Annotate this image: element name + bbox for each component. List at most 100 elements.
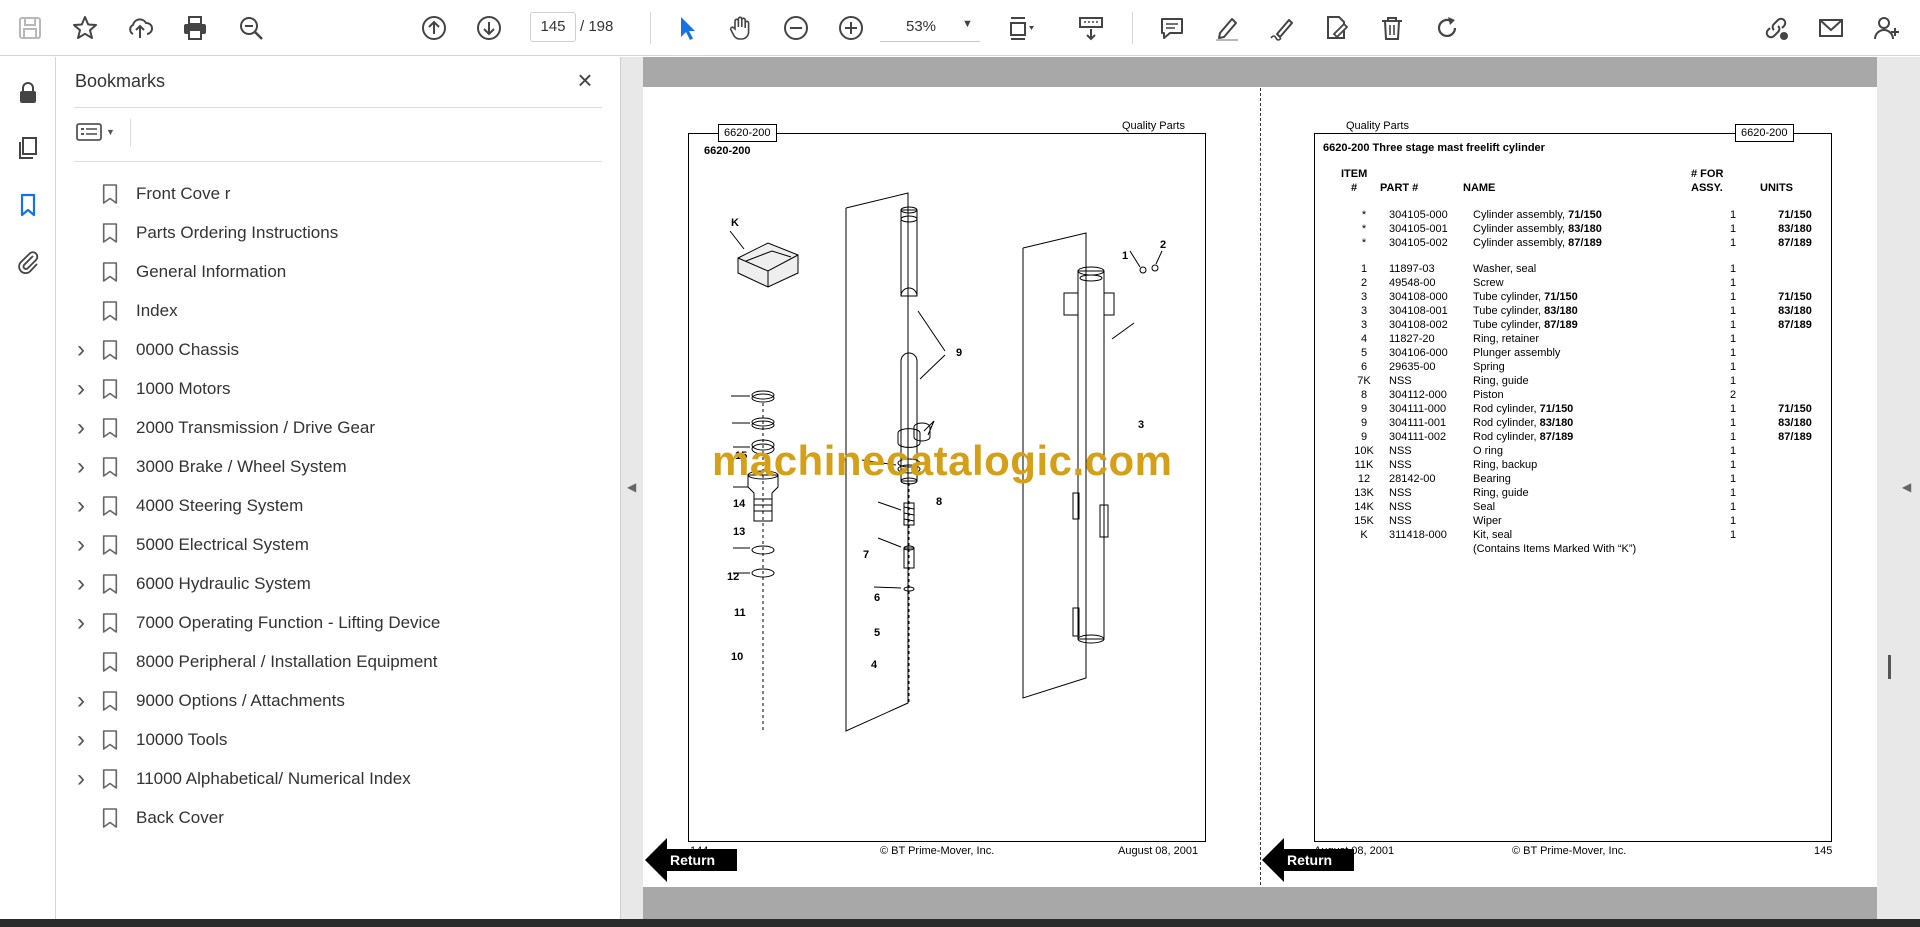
bookmark-item[interactable]: › 0000 Chassis — [70, 332, 600, 368]
chevron-right-icon[interactable]: › — [70, 765, 92, 793]
account-icon[interactable] — [1868, 10, 1904, 46]
bookmark-item[interactable]: › 10000 Tools — [70, 722, 600, 758]
page-thumbnails-icon[interactable] — [10, 130, 46, 166]
chevron-right-icon[interactable]: › — [70, 726, 92, 754]
item-cell: 5 — [1360, 347, 1368, 359]
chevron-down-icon[interactable]: ▼ — [962, 18, 973, 30]
chevron-right-icon[interactable]: › — [70, 687, 92, 715]
chevron-right-icon[interactable]: › — [70, 531, 92, 559]
chevron-right-icon[interactable]: › — [70, 375, 92, 403]
search-icon[interactable] — [233, 10, 269, 46]
bookmark-icon — [98, 650, 122, 674]
qty-cell: 1 — [1729, 487, 1737, 499]
draw-signature-icon[interactable] — [1264, 10, 1300, 46]
name-cell: Rod cylinder, 71/150 — [1473, 402, 1701, 416]
bookmark-item[interactable]: Index — [70, 293, 600, 329]
cloud-upload-icon[interactable] — [122, 10, 158, 46]
expand-right-panel-icon[interactable]: ◀ — [1902, 480, 1911, 494]
chevron-right-icon[interactable]: › — [70, 492, 92, 520]
star-icon[interactable] — [67, 10, 103, 46]
units-cell — [1765, 486, 1825, 500]
chevron-right-icon[interactable]: › — [70, 414, 92, 442]
part-name: Wiper — [1473, 515, 1502, 527]
bookmark-item[interactable]: › 1000 Motors — [70, 371, 600, 407]
bookmark-item[interactable]: › 2000 Transmission / Drive Gear — [70, 410, 600, 446]
highlight-pen-icon[interactable] — [1209, 10, 1245, 46]
trash-icon[interactable] — [1374, 10, 1410, 46]
part-cell — [1389, 542, 1473, 556]
part-model: 71/150 — [1568, 209, 1602, 221]
bookmark-options-button[interactable]: ▼ — [76, 115, 124, 149]
table-row: * 304105-002 Cylinder assembly, 87/189 1 87/… — [1339, 236, 1825, 250]
qty-cell: 1 — [1729, 431, 1737, 443]
previous-page-icon[interactable] — [416, 10, 452, 46]
part-cell: NSS — [1389, 501, 1412, 513]
bookmark-item[interactable]: Parts Ordering Instructions — [70, 215, 600, 251]
bookmark-item[interactable]: Back Cover — [70, 800, 600, 836]
part-name: Kit, seal — [1473, 529, 1513, 541]
zoom-in-icon[interactable] — [833, 10, 869, 46]
qty-cell: 1 — [1729, 403, 1737, 415]
bookmark-item[interactable]: › 9000 Options / Attachments — [70, 683, 600, 719]
bookmark-item[interactable]: › 5000 Electrical System — [70, 527, 600, 563]
zoom-out-icon[interactable] — [778, 10, 814, 46]
comment-icon[interactable] — [1154, 10, 1190, 46]
bookmark-icon — [98, 221, 122, 245]
chevron-right-icon[interactable]: › — [70, 453, 92, 481]
scroll-mode-icon[interactable] — [1073, 10, 1109, 46]
item-cell: 15K — [1354, 515, 1374, 527]
bookmark-item[interactable]: 8000 Peripheral / Installation Equipment — [70, 644, 600, 680]
next-page-icon[interactable] — [471, 10, 507, 46]
email-icon[interactable] — [1813, 10, 1849, 46]
left-page-header: Quality Parts — [1122, 120, 1185, 132]
table-row: 8 304112-000 Piston 2 — [1339, 388, 1825, 402]
part-name: Tube cylinder, — [1473, 319, 1545, 331]
bookmark-icon[interactable] — [10, 187, 46, 223]
chevron-right-icon[interactable]: › — [70, 609, 92, 637]
select-cursor-icon[interactable] — [669, 10, 705, 46]
bookmark-item[interactable]: › 4000 Steering System — [70, 488, 600, 524]
collapse-panel-icon[interactable]: ◀ — [627, 480, 636, 494]
part-cell: NSS — [1389, 487, 1412, 499]
item-cell: 3 — [1360, 305, 1368, 317]
close-icon[interactable]: × — [572, 67, 598, 95]
part-cell: 304111-002 — [1389, 431, 1447, 443]
hand-tool-icon[interactable] — [723, 10, 759, 46]
return-button-left[interactable]: Return — [670, 852, 715, 868]
qty-cell: 1 — [1729, 529, 1737, 541]
item-cell: K — [1360, 529, 1368, 541]
fill-sign-icon[interactable] — [1319, 10, 1355, 46]
page-fit-icon[interactable] — [1003, 10, 1039, 46]
scrollbar-thumb[interactable] — [1888, 655, 1891, 679]
attachment-icon[interactable] — [10, 243, 46, 279]
bookmark-item[interactable]: › 7000 Operating Function - Lifting Devic… — [70, 605, 600, 641]
redo-icon[interactable] — [1429, 10, 1465, 46]
item-cell — [1339, 542, 1389, 556]
bookmark-item[interactable]: General Information — [70, 254, 600, 290]
name-cell: Tube cylinder, 71/150 — [1473, 290, 1701, 304]
table-row: 7K NSS Ring, guide 1 — [1339, 374, 1825, 388]
save-icon[interactable] — [12, 10, 48, 46]
right-page-tag: 6620-200 — [1735, 124, 1794, 142]
item-cell: 10K — [1354, 445, 1374, 457]
name-cell: Kit, seal — [1473, 528, 1701, 542]
share-link-icon[interactable] — [1758, 10, 1794, 46]
bookmark-item[interactable]: › 6000 Hydraulic System — [70, 566, 600, 602]
return-button-right[interactable]: Return — [1287, 852, 1332, 868]
print-icon[interactable] — [177, 10, 213, 46]
col-qty-header-2: ASSY. — [1691, 182, 1723, 194]
lock-icon[interactable] — [10, 75, 46, 111]
table-row: 14K NSS Seal 1 — [1339, 500, 1825, 514]
chevron-right-icon[interactable]: › — [70, 336, 92, 364]
callout-7: 7 — [863, 549, 870, 561]
bookmark-item[interactable]: › 3000 Brake / Wheel System — [70, 449, 600, 485]
chevron-right-icon[interactable]: › — [70, 570, 92, 598]
bookmark-label: General Information — [136, 262, 287, 281]
part-name: Tube cylinder, — [1473, 291, 1545, 303]
navigation-rail — [0, 57, 56, 919]
bookmark-item[interactable]: Front Cove r — [70, 176, 600, 212]
bookmark-item[interactable]: › 11000 Alphabetical/ Numerical Index — [70, 761, 600, 797]
page-number-input[interactable]: 145 — [530, 12, 576, 42]
callout-14: 14 — [733, 498, 746, 510]
qty-cell: 1 — [1729, 263, 1737, 275]
